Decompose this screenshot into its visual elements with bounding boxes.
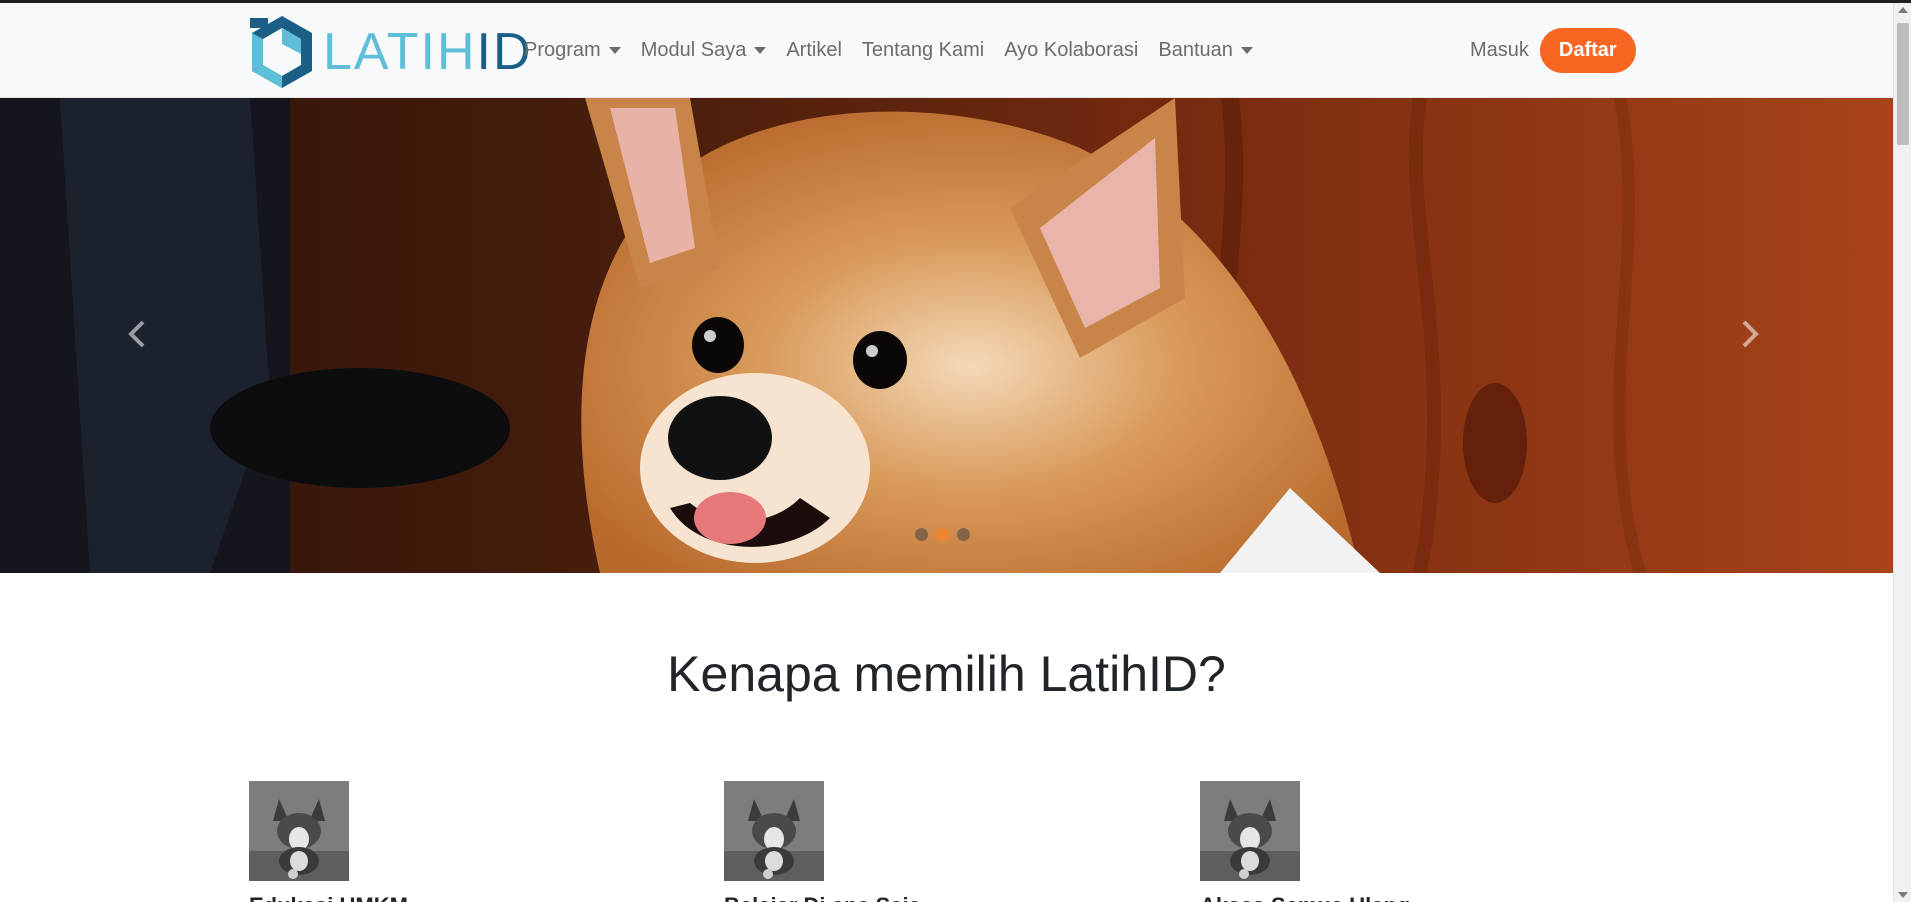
- brand-name: LATIHID: [323, 26, 533, 78]
- caret-down-icon: [1240, 47, 1253, 54]
- carousel-slide-image: [0, 98, 1893, 573]
- brand-name-main: LATIH: [323, 23, 477, 81]
- nav-tentang-kami-link[interactable]: Tentang Kami: [852, 39, 994, 62]
- section-title: Kenapa memilih LatihID?: [667, 646, 1226, 702]
- scroll-up-arrow-icon[interactable]: [1898, 7, 1908, 13]
- chevron-left-icon: [128, 320, 145, 348]
- nav-bantuan-dropdown[interactable]: Bantuan: [1148, 39, 1263, 62]
- hero-carousel: [0, 98, 1893, 573]
- top-navbar: LATIHID Program Modul Saya Artikel Tenta…: [0, 3, 1893, 98]
- feature-thumbnail-image: [249, 781, 349, 881]
- caret-down-icon: [608, 47, 621, 54]
- nav-links: Program Modul Saya Artikel Tentang Kami …: [514, 3, 1263, 98]
- feature-title: Akses Semua Ulang: [1200, 893, 1560, 902]
- nav-modul-saya-label: Modul Saya: [640, 39, 747, 61]
- carousel-indicator-2[interactable]: [936, 528, 949, 541]
- login-link[interactable]: Masuk: [1460, 39, 1539, 62]
- feature-card: Akses Semua Ulang: [1200, 781, 1560, 902]
- feature-card: Edukasi UMKM: [249, 781, 609, 902]
- feature-title: Edukasi UMKM: [249, 893, 609, 902]
- carousel-indicator-1[interactable]: [915, 528, 928, 541]
- nav-auth: Masuk Daftar: [1460, 3, 1636, 98]
- nav-ayo-kolaborasi-label: Ayo Kolaborasi: [1004, 39, 1139, 61]
- chevron-right-icon: [1742, 320, 1759, 348]
- register-button[interactable]: Daftar: [1539, 28, 1636, 73]
- nav-program-label: Program: [524, 39, 601, 61]
- nav-ayo-kolaborasi-link[interactable]: Ayo Kolaborasi: [994, 39, 1148, 62]
- nav-bantuan-label: Bantuan: [1158, 39, 1233, 61]
- nav-artikel-label: Artikel: [786, 39, 842, 61]
- nav-artikel-link[interactable]: Artikel: [776, 39, 852, 62]
- feature-title: Belajar Di ana Saja: [724, 893, 1084, 902]
- feature-card: Belajar Di ana Saja: [724, 781, 1084, 902]
- scrollbar-thumb[interactable]: [1897, 23, 1909, 145]
- scroll-down-arrow-icon[interactable]: [1898, 892, 1908, 898]
- carousel-prev-button[interactable]: [117, 314, 157, 354]
- brand-logo-link[interactable]: LATIHID: [249, 13, 531, 91]
- feature-thumbnail-image: [724, 781, 824, 881]
- nav-tentang-kami-label: Tentang Kami: [861, 39, 985, 61]
- carousel-next-button[interactable]: [1730, 314, 1770, 354]
- latihid-hexagon-logo-icon: [249, 14, 315, 90]
- carousel-indicator-3[interactable]: [957, 528, 970, 541]
- page-scrollbar[interactable]: [1893, 3, 1911, 902]
- feature-thumbnail-image: [1200, 781, 1300, 881]
- nav-modul-saya-dropdown[interactable]: Modul Saya: [631, 39, 777, 62]
- nav-program-dropdown[interactable]: Program: [514, 39, 631, 62]
- caret-down-icon: [754, 47, 767, 54]
- carousel-indicators: [915, 528, 970, 541]
